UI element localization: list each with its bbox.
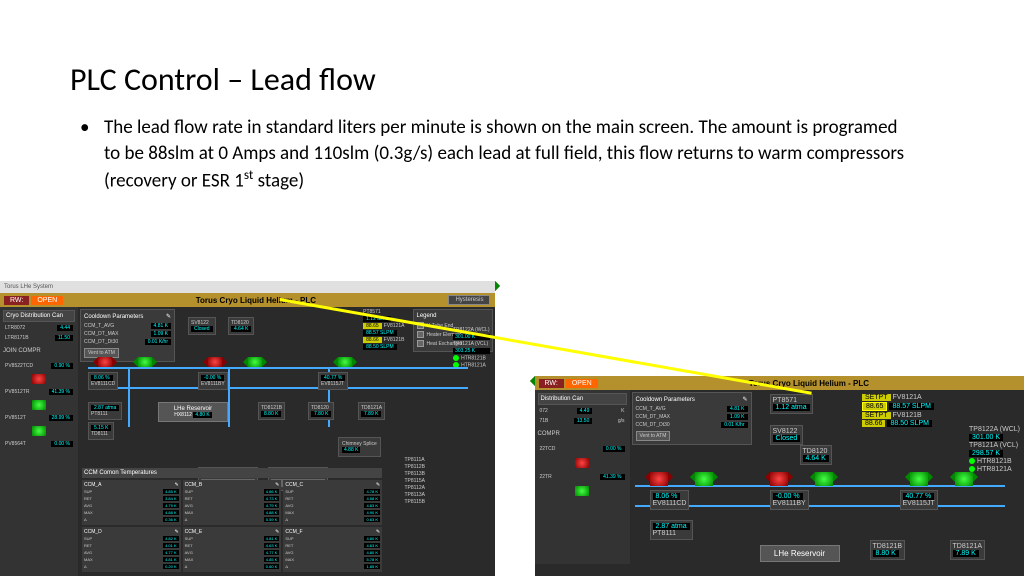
status-dot-icon	[453, 355, 459, 361]
screenshot-zoom: RW:OPEN Torus Cryo Liquid Helium - PLC D…	[535, 376, 1024, 576]
slide-title: PLC Control – Lead flow	[70, 60, 984, 99]
main-diagram: Cooldown Parameters CCM_T_AVG4.81 K CCM_…	[78, 307, 495, 576]
highlighted-value: 88.65	[862, 402, 888, 411]
bullet-text: The lead flow rate in standard liters pe…	[80, 115, 914, 194]
chimney-splice: Chimney Splice4.88 K	[338, 437, 381, 457]
rw-badge: RW:	[4, 296, 29, 305]
vent-button[interactable]: Vent to ATM	[636, 431, 671, 441]
valve-icon[interactable]	[248, 357, 262, 367]
sidebar-caption: Cryo Distribution Can	[3, 310, 75, 322]
window-titlebar: Torus LHe System	[0, 281, 495, 293]
valve-icon[interactable]	[98, 357, 112, 367]
open-badge: OPEN	[31, 296, 63, 305]
open-badge: OPEN	[566, 379, 598, 388]
valve-icon[interactable]	[338, 357, 352, 367]
cooldown-panel: Cooldown Parameters CCM_T_AVG4.81 K CCM_…	[80, 309, 175, 362]
lhe-reservoir: LHe Reservoir HX8112 4.80 K	[158, 402, 228, 422]
valve-icon[interactable]	[208, 357, 222, 367]
valve-icon[interactable]	[138, 357, 152, 367]
sidebar: Cryo Distribution Can LTR80724.44 LTR817…	[0, 307, 78, 576]
hysteresis-button[interactable]: Hysteresis	[448, 295, 490, 305]
ccm-temps: CCM Comon Temperatures CCM_ASUP4.85 KRET…	[82, 468, 382, 572]
rw-badge: RW:	[539, 379, 564, 388]
